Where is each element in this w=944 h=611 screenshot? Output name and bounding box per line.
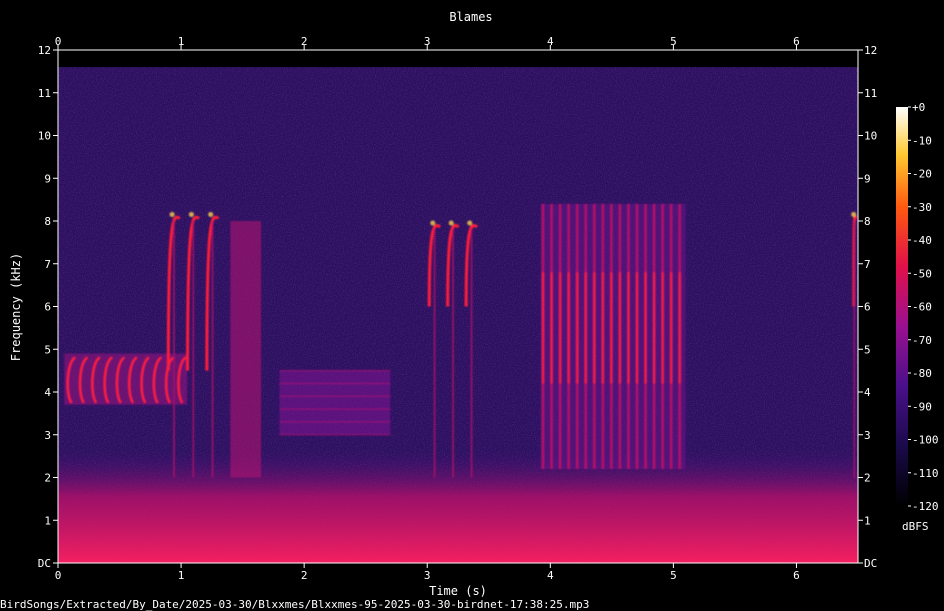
event-broadband bbox=[230, 221, 262, 478]
x-axis-bottom: 0 1 2 3 4 5 6 bbox=[55, 563, 800, 582]
x-tick-label: 6 bbox=[793, 569, 800, 582]
sweep-peak bbox=[448, 220, 454, 226]
y-tick-label: 11 bbox=[38, 87, 51, 100]
colorbar-tick-label: -120 bbox=[912, 500, 939, 513]
x-tick-label-top: 0 bbox=[55, 35, 62, 48]
y-tick-label-right: 8 bbox=[864, 215, 871, 228]
colorbar-tick-label: -60 bbox=[912, 301, 932, 314]
colorbar-tick-label: -50 bbox=[912, 267, 932, 280]
event-pulse_train bbox=[540, 203, 686, 469]
colorbar-tick-label: -110 bbox=[912, 467, 939, 480]
x-tick-label-top: 6 bbox=[793, 35, 800, 48]
colorbar-tick-label: -80 bbox=[912, 367, 932, 380]
sweep-peak bbox=[188, 211, 194, 217]
y-tick-label-right: 11 bbox=[864, 87, 877, 100]
sweep-peak bbox=[851, 211, 857, 217]
x-tick-label-top: 4 bbox=[547, 35, 554, 48]
y-axis-right: DC123456789101112 bbox=[858, 44, 877, 570]
y-tick-label: 12 bbox=[38, 44, 51, 57]
y-tick-label-right: 12 bbox=[864, 44, 877, 57]
low-frequency-band bbox=[58, 451, 858, 563]
y-tick-label: 7 bbox=[44, 258, 51, 271]
y-tick-label-right: DC bbox=[864, 557, 877, 570]
sweep-peak bbox=[430, 220, 436, 226]
y-tick-label-right: 9 bbox=[864, 172, 871, 185]
y-tick-label-right: 4 bbox=[864, 386, 871, 399]
x-tick-label: 5 bbox=[670, 569, 677, 582]
pulse-band bbox=[540, 203, 686, 469]
x-tick-label: 2 bbox=[301, 569, 308, 582]
colorbar-label: dBFS bbox=[902, 520, 929, 533]
y-axis-left: DC123456789101112 bbox=[38, 44, 58, 570]
colorbar: +0 -10 -20 -30 -40 -50 -60 -70 -80 -90 -100 -110 -12… bbox=[896, 101, 939, 533]
chart-title: Blames bbox=[449, 10, 492, 24]
y-tick-label-right: 1 bbox=[864, 514, 871, 527]
x-axis-top: 0 1 2 3 4 5 6 bbox=[55, 35, 800, 50]
y-tick-label: 2 bbox=[44, 472, 51, 485]
spectrogram-figure: Blames 0123456 0123456 DC123456789101112… bbox=[0, 10, 939, 611]
colorbar-ticks: +0 -10 -20 -30 -40 -50 -60 -70 -80 -90 -100 -110 -12… bbox=[908, 101, 939, 513]
colorbar-tick-label: -70 bbox=[912, 334, 932, 347]
y-tick-label: 1 bbox=[44, 514, 51, 527]
colorbar-gradient bbox=[896, 107, 908, 506]
y-tick-label: 3 bbox=[44, 429, 51, 442]
y-tick-label: 9 bbox=[44, 172, 51, 185]
y-tick-label-right: 5 bbox=[864, 343, 871, 356]
event-buzz bbox=[279, 370, 391, 436]
colorbar-tick-label: -90 bbox=[912, 400, 932, 413]
y-tick-label: 8 bbox=[44, 215, 51, 228]
y-tick-label: 10 bbox=[38, 130, 51, 143]
colorbar-tick-label: -30 bbox=[912, 201, 932, 214]
x-tick-label: 1 bbox=[178, 569, 185, 582]
plot-area bbox=[58, 50, 858, 563]
y-tick-label-right: 7 bbox=[864, 258, 871, 271]
colorbar-tick-label: +0 bbox=[912, 101, 925, 114]
y-tick-label-right: 2 bbox=[864, 472, 871, 485]
colorbar-tick-label: -20 bbox=[912, 168, 932, 181]
y-tick-label-right: 3 bbox=[864, 429, 871, 442]
colorbar-tick-label: -100 bbox=[912, 434, 939, 447]
x-tick-label-top: 3 bbox=[424, 35, 431, 48]
sweep-peak bbox=[169, 211, 175, 217]
colorbar-tick-label: -40 bbox=[912, 234, 932, 247]
y-tick-label: 6 bbox=[44, 301, 51, 314]
y-tick-label-right: 10 bbox=[864, 130, 877, 143]
file-path: BirdSongs/Extracted/By_Date/2025-03-30/B… bbox=[0, 598, 589, 611]
y-tick-label: 5 bbox=[44, 343, 51, 356]
x-tick-label: 0 bbox=[55, 569, 62, 582]
x-tick-label: 4 bbox=[547, 569, 554, 582]
broadband-block bbox=[230, 221, 262, 478]
x-tick-label: 3 bbox=[424, 569, 431, 582]
y-tick-label: 4 bbox=[44, 386, 51, 399]
x-axis-label: Time (s) bbox=[429, 584, 487, 598]
y-tick-label-right: 6 bbox=[864, 301, 871, 314]
x-tick-label-top: 2 bbox=[301, 35, 308, 48]
colorbar-tick-label: -10 bbox=[912, 134, 932, 147]
y-tick-label: DC bbox=[38, 557, 51, 570]
sweep-peak bbox=[208, 211, 214, 217]
sweep-peak bbox=[467, 220, 473, 226]
buzz-band bbox=[279, 370, 391, 435]
y-axis-label: Frequency (kHz) bbox=[9, 253, 23, 361]
x-tick-label-top: 5 bbox=[670, 35, 677, 48]
x-tick-label-top: 1 bbox=[178, 35, 185, 48]
